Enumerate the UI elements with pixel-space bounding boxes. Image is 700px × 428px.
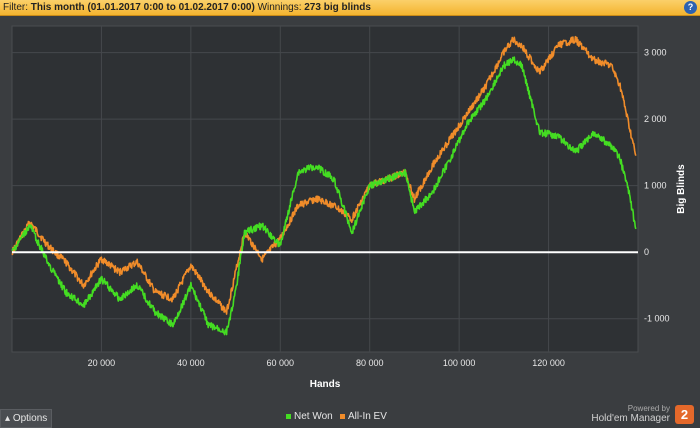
chevron-up-icon: ▴ bbox=[5, 413, 11, 424]
filter-range[interactable]: This month (01.01.2017 0:00 to 01.02.201… bbox=[31, 2, 255, 13]
y-axis-label: Big Blinds bbox=[676, 164, 687, 214]
filter-bar: Filter: This month (01.01.2017 0:00 to 0… bbox=[0, 0, 700, 16]
legend-item-net-won[interactable]: Net Won bbox=[286, 411, 333, 422]
filter-prefix: Filter: bbox=[3, 2, 28, 13]
legend-item-all-in-ev[interactable]: All-In EV bbox=[340, 411, 387, 422]
legend-label: Net Won bbox=[294, 411, 333, 422]
y-tick-label: 2 000 bbox=[644, 114, 667, 124]
y-tick-label: 0 bbox=[644, 247, 649, 257]
y-tick-label: 3 000 bbox=[644, 48, 667, 58]
options-label: Options bbox=[12, 413, 48, 424]
winnings-value: 273 big blinds bbox=[304, 2, 371, 13]
options-button[interactable]: ▴ Options bbox=[0, 409, 52, 428]
powered-by: Powered by Hold'em Manager bbox=[591, 404, 670, 424]
all-in-ev-swatch bbox=[340, 413, 345, 419]
x-tick-label: 60 000 bbox=[267, 358, 295, 368]
help-icon[interactable]: ? bbox=[684, 1, 697, 14]
y-tick-label: 1 000 bbox=[644, 181, 667, 191]
legend-label: All-In EV bbox=[348, 411, 387, 422]
y-tick-label: -1 000 bbox=[644, 314, 670, 324]
hm2-logo: 2 bbox=[675, 405, 694, 424]
powered-by-label: Powered by bbox=[627, 404, 670, 413]
plot-area bbox=[11, 25, 639, 353]
x-tick-label: 20 000 bbox=[88, 358, 116, 368]
winnings-label: Winnings: bbox=[257, 2, 302, 13]
x-axis-label: Hands bbox=[310, 379, 341, 390]
x-tick-label: 80 000 bbox=[356, 358, 384, 368]
net-won-swatch bbox=[286, 413, 291, 419]
x-tick-label: 100 000 bbox=[443, 358, 476, 368]
product-name: Hold'em Manager bbox=[591, 413, 670, 424]
x-tick-label: 40 000 bbox=[177, 358, 205, 368]
graph-chart: -1 000 0 1 000 2 000 3 000 20 000 40 000 60 000… bbox=[11, 25, 687, 390]
x-tick-label: 120 000 bbox=[532, 358, 565, 368]
